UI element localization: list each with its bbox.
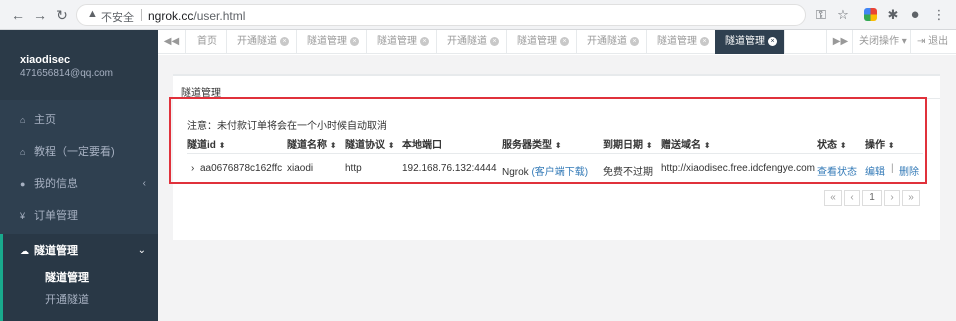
- sidebar-subitem-tunnel-manage[interactable]: 隧道管理: [0, 267, 158, 289]
- profile-icon[interactable]: ●: [906, 6, 924, 24]
- tab-tunnel-manage[interactable]: 隧道管理 ×: [507, 30, 577, 54]
- tab-tunnel-manage[interactable]: 隧道管理 ×: [647, 30, 717, 54]
- tab-label: 隧道管理: [725, 36, 765, 47]
- tab-label: 隧道管理: [657, 36, 697, 47]
- pagination-last[interactable]: »: [902, 190, 920, 206]
- reload-icon[interactable]: ↻: [53, 6, 71, 24]
- tab-tunnel-manage-active[interactable]: 隧道管理 ×: [715, 30, 785, 54]
- sidebar-item-label: 隧道管理: [34, 245, 78, 257]
- tab-label: 开通隧道: [237, 36, 277, 47]
- sidebar-item-label: 我的信息: [34, 178, 78, 190]
- tab-tunnel-manage[interactable]: 隧道管理 ×: [367, 30, 437, 54]
- user-email: 471656814@qq.com: [20, 68, 113, 79]
- home-icon: ⌂: [20, 147, 26, 157]
- tab-label: 隧道管理: [517, 36, 557, 47]
- tab-label: 隧道管理: [377, 36, 417, 47]
- warning-icon: ▲: [87, 8, 98, 20]
- close-icon[interactable]: ×: [280, 36, 289, 46]
- insecure-label: 不安全: [101, 12, 134, 24]
- tab-label: 开通隧道: [447, 36, 487, 47]
- close-icon[interactable]: ×: [768, 36, 777, 46]
- home-icon: ⌂: [20, 115, 26, 125]
- address-bar[interactable]: ▲ 不安全 ngrok.cc/user.html: [76, 4, 806, 26]
- close-ops-label: 关闭操作: [859, 36, 899, 47]
- extension-icon[interactable]: [864, 8, 877, 21]
- menu-icon[interactable]: ⋮: [930, 6, 948, 24]
- sidebar-item-home[interactable]: ⌂ 主页: [0, 104, 158, 136]
- forward-arrow-icon[interactable]: →: [31, 6, 49, 24]
- logout-label: 退出: [928, 36, 949, 47]
- profile-block: xiaodisec 471656814@qq.com: [0, 30, 158, 100]
- tab-label: 隧道管理: [307, 36, 347, 47]
- sidebar-item-orders[interactable]: ¥ 订单管理: [0, 200, 158, 232]
- url-separator: [141, 9, 142, 21]
- tab-open-tunnel[interactable]: 开通隧道 ×: [437, 30, 507, 54]
- url-path: /user.html: [193, 9, 246, 23]
- chevron-down-icon: ⌄: [137, 245, 146, 256]
- close-icon[interactable]: ×: [700, 36, 709, 46]
- close-icon[interactable]: ×: [630, 36, 639, 46]
- username[interactable]: xiaodisec: [20, 54, 70, 66]
- puzzle-icon[interactable]: ✱: [884, 6, 902, 24]
- close-icon[interactable]: ×: [490, 36, 499, 46]
- chevron-left-icon: ‹: [142, 178, 146, 189]
- key-icon[interactable]: ⚿: [812, 6, 830, 24]
- back-arrow-icon[interactable]: ←: [9, 6, 27, 24]
- url-text: ngrok.cc/user.html: [148, 9, 245, 23]
- tab-label: 首页: [197, 36, 217, 47]
- sidebar-item-label: 教程（一定要看): [34, 146, 115, 158]
- pagination-next[interactable]: ›: [884, 190, 900, 206]
- logout-button[interactable]: ⇥ 退出: [910, 30, 954, 54]
- close-icon[interactable]: ×: [350, 36, 359, 46]
- tab-label: 开通隧道: [587, 36, 627, 47]
- sidebar-item-tunnels[interactable]: ☁ 隧道管理 ⌄: [0, 234, 158, 268]
- tab-open-tunnel[interactable]: 开通隧道 ×: [577, 30, 647, 54]
- sidebar-item-label: 主页: [34, 114, 56, 126]
- logout-icon: ⇥: [917, 36, 926, 47]
- user-icon: ●: [20, 179, 26, 189]
- star-icon[interactable]: ☆: [834, 6, 852, 24]
- tab-tunnel-manage[interactable]: 隧道管理 ×: [297, 30, 367, 54]
- pagination-first[interactable]: «: [824, 190, 842, 206]
- url-host: ngrok.cc: [148, 9, 194, 23]
- sidebar-item-my-info[interactable]: ● 我的信息 ‹: [0, 168, 158, 200]
- cloud-icon: ☁: [20, 246, 29, 256]
- sidebar-subitem-open-tunnel[interactable]: 开通隧道: [0, 289, 158, 321]
- tab-home[interactable]: 首页: [187, 30, 227, 54]
- close-icon[interactable]: ×: [420, 36, 429, 46]
- tab-open-tunnel[interactable]: 开通隧道 ×: [227, 30, 297, 54]
- pagination-page-1[interactable]: 1: [862, 190, 882, 206]
- pagination-prev[interactable]: ‹: [844, 190, 860, 206]
- sidebar-item-tutorial[interactable]: ⌂ 教程（一定要看): [0, 136, 158, 168]
- sidebar-item-label: 订单管理: [34, 210, 78, 222]
- tabs-scroll-right-icon[interactable]: ▶▶: [826, 30, 854, 54]
- highlight-box: [169, 97, 927, 184]
- close-icon[interactable]: ×: [560, 36, 569, 46]
- close-operations-dropdown[interactable]: 关闭操作 ▾: [852, 30, 913, 54]
- browser-toolbar: ← → ↻ ▲ 不安全 ngrok.cc/user.html ⚿ ☆ ✱ ● ⋮: [0, 0, 956, 30]
- yen-icon: ¥: [20, 211, 26, 221]
- tabs-bar: ◀◀ 首页 开通隧道 × 隧道管理 × 隧道管理 × 开通隧道 × 隧道管理 × 开通隧道…: [158, 30, 956, 54]
- tabs-scroll-left-icon[interactable]: ◀◀: [158, 30, 186, 54]
- sidebar: xiaodisec 471656814@qq.com ⌂ 主页 ⌂ 教程（一定要看)…: [0, 30, 158, 321]
